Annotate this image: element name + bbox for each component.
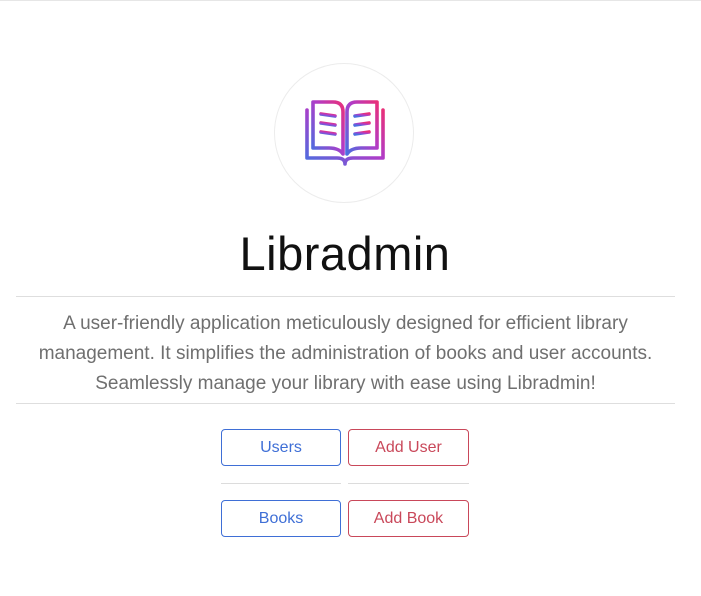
app-logo [274,63,414,203]
app-title: Libradmin [239,227,451,280]
users-button[interactable]: Users [221,429,341,466]
button-divider-right [348,483,469,484]
add-user-button[interactable]: Add User [348,429,469,466]
app-description: A user-friendly application meticulously… [38,313,653,394]
divider-top [16,296,675,297]
divider-bottom [16,403,675,404]
books-button[interactable]: Books [221,500,341,537]
open-book-icon [305,100,385,166]
home-page: Libradmin A user-friendly application me… [0,0,701,596]
add-book-button[interactable]: Add Book [348,500,469,537]
top-divider [0,0,701,1]
button-divider-left [221,483,341,484]
